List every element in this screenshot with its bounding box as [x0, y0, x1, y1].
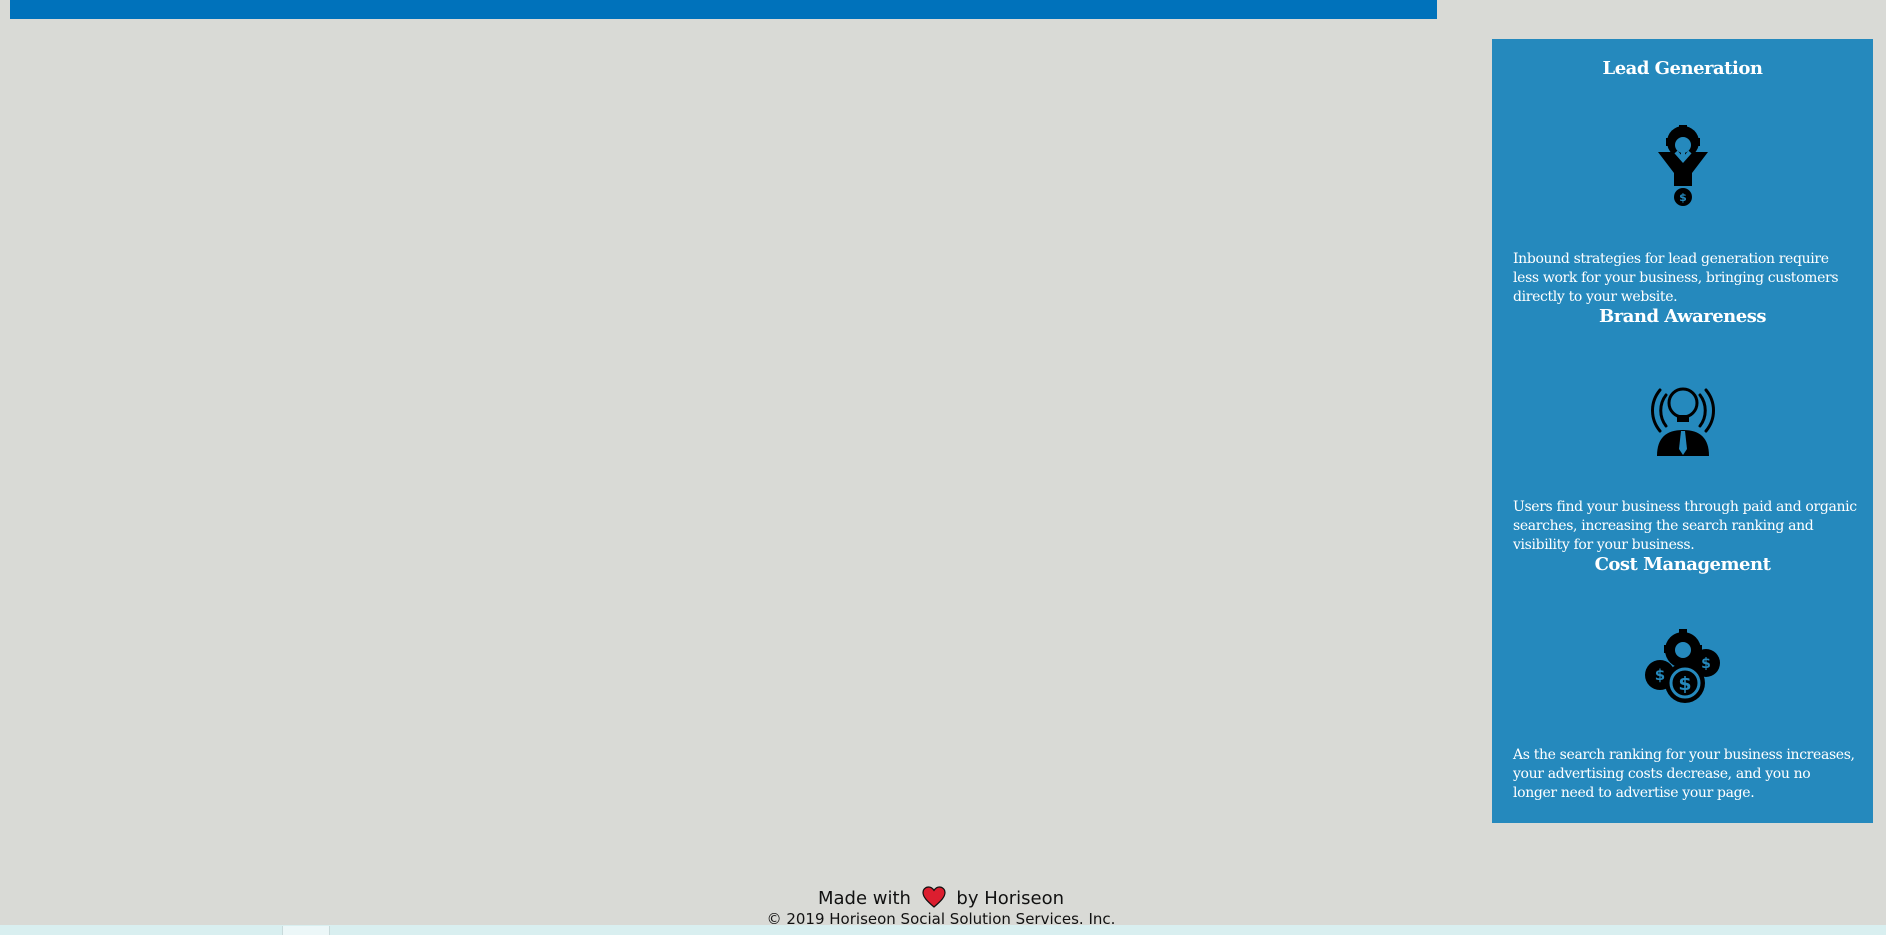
top-bar: [10, 0, 1437, 19]
footer-made-with: Made with by Horiseon: [0, 886, 1882, 910]
footer-made-prefix: Made with: [817, 888, 911, 909]
footer: Made with by Horiseon © 2019 Horiseon So…: [0, 886, 1882, 928]
svg-text:$: $: [1701, 656, 1711, 672]
heart-icon: [922, 886, 946, 908]
benefit-description: Inbound strategies for lead generation r…: [1513, 251, 1839, 305]
lead-generation-funnel-icon: $: [1658, 125, 1708, 206]
brand-awareness-lightbulb-person-icon: [1651, 387, 1715, 456]
benefits-sidebar: Lead Generation $ Inbound strategies for…: [1492, 39, 1873, 823]
svg-text:$: $: [1678, 673, 1691, 695]
bottom-tab[interactable]: [282, 926, 330, 935]
benefit-title: Cost Management: [1594, 554, 1771, 575]
benefit-description: As the search ranking for your business …: [1513, 747, 1855, 801]
cost-management-coins-gear-icon: $ $ $: [1645, 629, 1720, 703]
page: Lead Generation $ Inbound strategies for…: [0, 0, 1886, 935]
benefit-description: Users find your business through paid an…: [1513, 499, 1857, 553]
benefit-title: Brand Awareness: [1599, 306, 1766, 327]
svg-text:$: $: [1655, 666, 1665, 684]
benefit-title: Lead Generation: [1602, 58, 1763, 79]
svg-text:$: $: [1679, 191, 1687, 204]
footer-made-suffix: by Horiseon: [956, 888, 1065, 909]
